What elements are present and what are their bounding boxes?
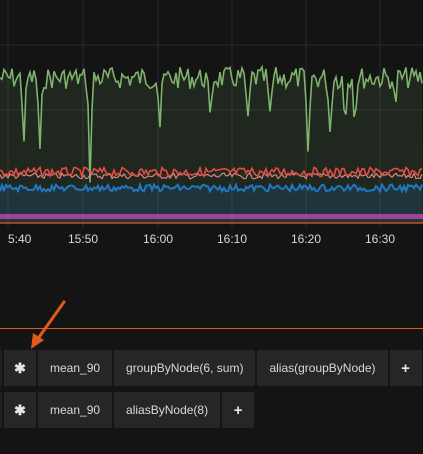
x-tick-5: 16:20 — [290, 232, 322, 246]
x-tick-1: 5:40 — [8, 232, 32, 246]
x-tick-6: 16:30 — [364, 232, 396, 246]
x-tick-3: 16:00 — [142, 232, 174, 246]
graph-panel: 5:40 15:50 16:00 16:10 16:20 16:30 — [0, 0, 423, 250]
row-handle[interactable] — [0, 350, 2, 386]
star-toggle-button[interactable]: ✱ — [4, 350, 36, 386]
x-tick-2: 15:50 — [67, 232, 99, 246]
star-toggle-button[interactable]: ✱ — [4, 392, 36, 428]
row-handle[interactable] — [0, 392, 2, 428]
metric-segment[interactable]: mean_90 — [38, 350, 113, 386]
add-function-button[interactable]: + — [389, 350, 422, 386]
function-group-by-node[interactable]: groupByNode(6, sum) — [114, 350, 256, 386]
query-row-1: ✱ mean_90 groupByNode(6, sum) alias(grou… — [0, 350, 423, 386]
panel-divider — [0, 328, 423, 329]
add-function-button[interactable]: + — [222, 392, 255, 428]
metric-segment[interactable]: mean_90 — [38, 392, 113, 428]
purple-series-band — [0, 214, 423, 219]
graph-canvas — [0, 0, 423, 228]
function-alias[interactable]: alias(groupByNode) — [257, 350, 388, 386]
x-tick-4: 16:10 — [216, 232, 248, 246]
query-row-2: ✱ mean_90 aliasByNode(8) + — [0, 392, 256, 428]
function-alias-by-node[interactable]: aliasByNode(8) — [114, 392, 221, 428]
